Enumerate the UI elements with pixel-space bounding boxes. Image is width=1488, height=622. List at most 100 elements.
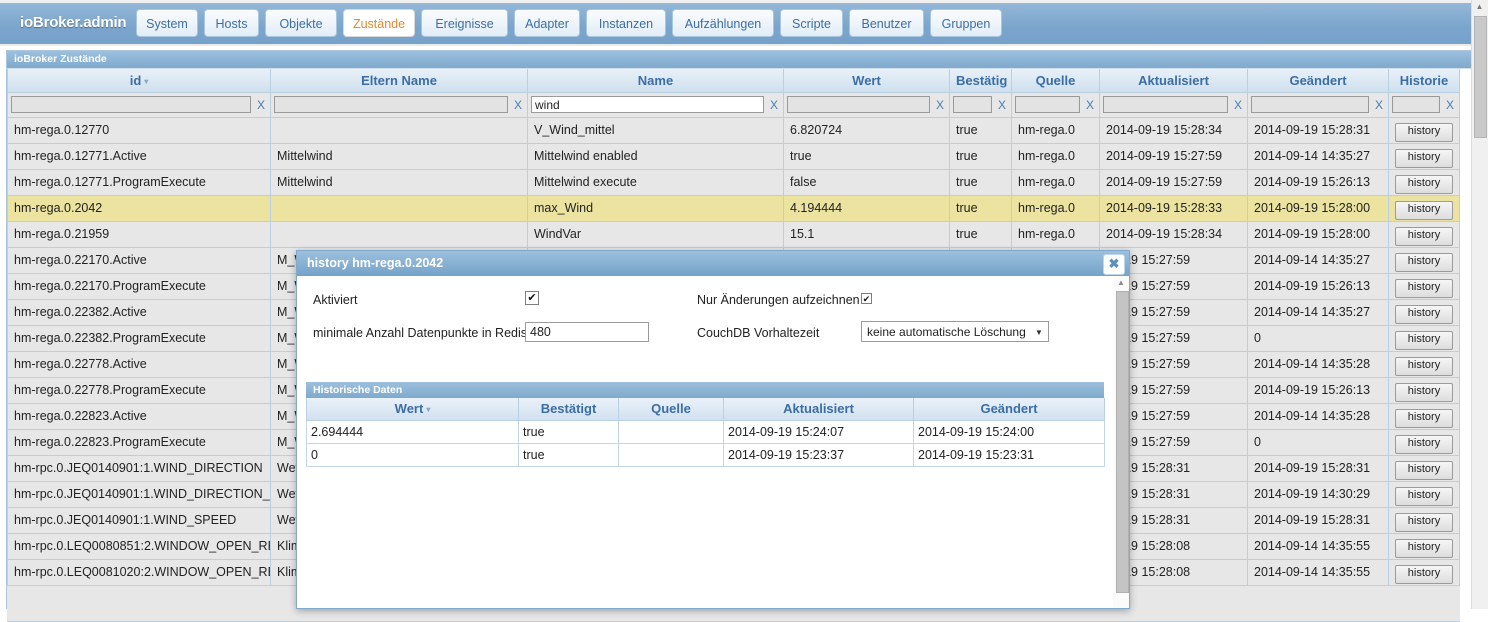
tab-hosts[interactable]: Hosts bbox=[204, 9, 259, 37]
filter-input-id[interactable] bbox=[11, 96, 251, 113]
scroll-up-arrow-icon[interactable]: ▲ bbox=[1472, 0, 1487, 15]
close-icon[interactable]: ✖ bbox=[1103, 254, 1125, 275]
column-header-quelle[interactable]: Quelle bbox=[1011, 69, 1100, 93]
enabled-checkbox[interactable]: ✔ bbox=[525, 291, 539, 305]
tab-ereignisse[interactable]: Ereignisse bbox=[421, 9, 508, 37]
column-header-historie[interactable]: Historie bbox=[1388, 69, 1460, 93]
history-button[interactable]: history bbox=[1395, 278, 1453, 298]
page-scrollbar-thumb[interactable] bbox=[1474, 16, 1487, 138]
cell-ack: true bbox=[949, 220, 1012, 248]
filter-cell-quelle: X bbox=[1011, 91, 1100, 118]
filter-input-eltern-name[interactable] bbox=[274, 96, 508, 113]
historic-table-body: 2.694444 true 2014-09-19 15:24:07 2014-09-1… bbox=[306, 419, 1105, 467]
history-button[interactable]: history bbox=[1395, 226, 1453, 246]
historic-header-row: Wert ▾ Bestätigt Quelle Aktualisiert Geändert bbox=[306, 398, 1105, 421]
dialog-scroll-up-arrow-icon[interactable]: ▲ bbox=[1114, 276, 1128, 290]
history-button[interactable]: history bbox=[1395, 512, 1453, 532]
dialog-scrollbar-thumb[interactable] bbox=[1116, 291, 1129, 593]
history-button[interactable]: history bbox=[1395, 200, 1453, 220]
cell-ack: true bbox=[949, 142, 1012, 170]
hist-column-header-ge-ndert[interactable]: Geändert bbox=[913, 398, 1105, 421]
table-row[interactable]: hm-rega.0.12771.Active Mittelwind Mittelwi… bbox=[7, 142, 1460, 170]
tab-scripte[interactable]: Scripte bbox=[780, 9, 843, 37]
filter-input-historie[interactable] bbox=[1392, 96, 1440, 113]
tab-objekte[interactable]: Objekte bbox=[265, 9, 337, 37]
hist-column-header-best-tigt[interactable]: Bestätigt bbox=[518, 398, 619, 421]
history-button[interactable]: history bbox=[1395, 148, 1453, 168]
history-button[interactable]: history bbox=[1395, 460, 1453, 480]
table-row[interactable]: hm-rega.0.2042 max_Wind 4.194444 true hm-reg… bbox=[7, 194, 1460, 222]
table-row[interactable]: hm-rega.0.21959 WindVar 15.1 true hm-rega.0 2… bbox=[7, 220, 1460, 248]
column-header-wert[interactable]: Wert bbox=[783, 69, 950, 93]
tab-adapter[interactable]: Adapter bbox=[514, 9, 580, 37]
history-button[interactable]: history bbox=[1395, 304, 1453, 324]
history-button[interactable]: history bbox=[1395, 330, 1453, 350]
tab-system[interactable]: System bbox=[136, 9, 198, 37]
cell-id: hm-rega.0.22382.ProgramExecute bbox=[7, 324, 271, 352]
filter-clear-button[interactable]: X bbox=[512, 98, 524, 112]
couchdb-retention-select[interactable]: keine automatische Löschung bbox=[861, 321, 1049, 342]
min-points-input[interactable] bbox=[525, 322, 649, 342]
history-dialog-titlebar[interactable]: history hm-rega.0.2042 ✖ bbox=[297, 251, 1129, 276]
history-button[interactable]: history bbox=[1395, 486, 1453, 506]
hist-column-header-quelle[interactable]: Quelle bbox=[618, 398, 724, 421]
tab-zust-nde[interactable]: Zustände bbox=[343, 9, 415, 37]
cell-ack: true bbox=[949, 116, 1012, 144]
cell-changed: 2014-09-19 14:30:29 bbox=[1247, 480, 1389, 508]
hist-column-header-label: Bestätigt bbox=[540, 401, 597, 417]
filter-clear-button[interactable]: X bbox=[1444, 98, 1456, 112]
column-header-id[interactable]: id ▾ bbox=[7, 69, 271, 93]
hist-column-header-label: Geändert bbox=[980, 401, 1038, 417]
filter-clear-button[interactable]: X bbox=[934, 98, 946, 112]
history-button[interactable]: history bbox=[1395, 174, 1453, 194]
cell-updated: 2014-09-19 15:28:34 bbox=[1099, 220, 1248, 248]
historic-table-row[interactable]: 2.694444 true 2014-09-19 15:24:07 2014-09-1… bbox=[306, 419, 1105, 444]
history-button[interactable]: history bbox=[1395, 356, 1453, 376]
table-row[interactable]: hm-rega.0.12770 V_Wind_mittel 6.820724 true… bbox=[7, 116, 1460, 144]
history-button[interactable]: history bbox=[1395, 252, 1453, 272]
filter-clear-button[interactable]: X bbox=[1373, 98, 1385, 112]
hist-cell-ack: true bbox=[518, 419, 619, 444]
filter-input-aktualisiert[interactable] bbox=[1103, 96, 1228, 113]
history-button[interactable]: history bbox=[1395, 408, 1453, 428]
filter-input-wert[interactable] bbox=[787, 96, 930, 113]
filter-input-quelle[interactable] bbox=[1015, 96, 1080, 113]
historic-table-row[interactable]: 0 true 2014-09-19 15:23:37 2014-09-19 15:23… bbox=[306, 442, 1105, 467]
filter-clear-button[interactable]: X bbox=[996, 98, 1008, 112]
history-button[interactable]: history bbox=[1395, 122, 1453, 142]
filter-input-ge-ndert[interactable] bbox=[1251, 96, 1369, 113]
filter-clear-button[interactable]: X bbox=[768, 98, 780, 112]
cell-id: hm-rega.0.21959 bbox=[7, 220, 271, 248]
history-button[interactable]: history bbox=[1395, 564, 1453, 584]
page-scrollbar[interactable]: ▲ bbox=[1471, 0, 1488, 609]
hist-column-header-wert[interactable]: Wert ▾ bbox=[306, 398, 519, 421]
tab-gruppen[interactable]: Gruppen bbox=[930, 9, 1002, 37]
tab-benutzer[interactable]: Benutzer bbox=[849, 9, 924, 37]
hist-column-header-aktualisiert[interactable]: Aktualisiert bbox=[723, 398, 914, 421]
tab-instanzen[interactable]: Instanzen bbox=[586, 9, 666, 37]
sort-arrow-icon[interactable]: ▾ bbox=[144, 77, 148, 86]
sort-arrow-icon[interactable]: ▾ bbox=[426, 405, 430, 414]
table-row[interactable]: hm-rega.0.12771.ProgramExecute Mittelwind… bbox=[7, 168, 1460, 196]
filter-input-best-tig[interactable] bbox=[953, 96, 992, 113]
column-header-best-tig[interactable]: Bestätig bbox=[949, 69, 1012, 93]
column-header-eltern-name[interactable]: Eltern Name bbox=[270, 69, 528, 93]
column-header-name[interactable]: Name bbox=[527, 69, 784, 93]
filter-input-name[interactable] bbox=[531, 96, 764, 113]
cell-id: hm-rega.0.12771.Active bbox=[7, 142, 271, 170]
only-changes-checkbox[interactable]: ✔ bbox=[861, 293, 872, 304]
column-header-aktualisiert[interactable]: Aktualisiert bbox=[1099, 69, 1248, 93]
dialog-scrollbar[interactable]: ▲ bbox=[1113, 276, 1129, 608]
cell-history: history bbox=[1388, 168, 1460, 196]
tab-aufz-hlungen[interactable]: Aufzählungen bbox=[672, 9, 774, 37]
history-button[interactable]: history bbox=[1395, 382, 1453, 402]
column-header-ge-ndert[interactable]: Geändert bbox=[1247, 69, 1389, 93]
history-button[interactable]: history bbox=[1395, 434, 1453, 454]
cell-value: 15.1 bbox=[783, 220, 950, 248]
cell-parent: Mittelwind bbox=[270, 168, 528, 196]
cell-changed: 2014-09-19 15:26:13 bbox=[1247, 168, 1389, 196]
filter-clear-button[interactable]: X bbox=[1084, 98, 1096, 112]
filter-clear-button[interactable]: X bbox=[1232, 98, 1244, 112]
history-button[interactable]: history bbox=[1395, 538, 1453, 558]
filter-clear-button[interactable]: X bbox=[255, 98, 267, 112]
